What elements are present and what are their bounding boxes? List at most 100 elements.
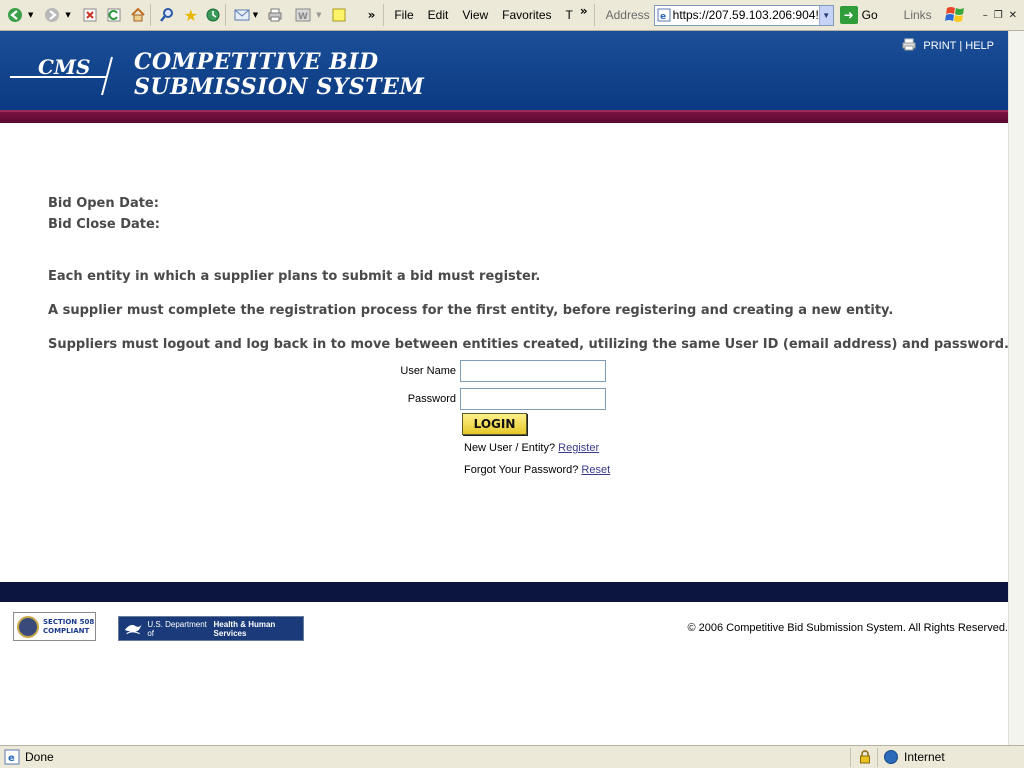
reset-link[interactable]: Reset [581,464,610,476]
dropdown-icon: ▼ [65,11,71,19]
mail-button[interactable]: ▼ [233,3,258,27]
section-508-text: SECTION 508 COMPLIANT [43,618,94,636]
site-title: COMPETITIVE BID SUBMISSION SYSTEM [134,50,424,100]
menu-edit[interactable]: Edit [421,4,456,26]
address-label: Address [605,8,650,22]
printer-icon [266,6,284,24]
toolbar-separator [383,4,385,26]
print-page-icon[interactable] [902,38,916,54]
close-icon[interactable]: ✕ [1006,10,1020,21]
header-accent-bar [0,110,1008,123]
site-header: CMS COMPETITIVE BID SUBMISSION SYSTEM PR… [0,31,1008,110]
svg-text:CMS: CMS [38,55,91,79]
dropdown-icon: ▼ [316,11,322,19]
section-508-line1: SECTION 508 [43,617,95,626]
status-bar: e Done Internet [0,745,1024,768]
password-label: Password [407,393,456,405]
main-content: Bid Open Date: Bid Close Date: Each enti… [48,193,1009,352]
toolbar-separator [224,4,226,26]
login-form: User Name Password LOGIN New User / Enti… [400,357,610,476]
address-url: https://207.59.103.206:904! [672,8,819,22]
svg-text:W: W [298,12,308,22]
favorites-button[interactable]: ★ [182,3,200,27]
status-zone-area: Internet [850,747,1024,767]
toolbar-separator [593,4,595,26]
new-user-note: New User / Entity? Register [464,442,599,454]
restore-icon[interactable]: ❐ [991,10,1006,21]
dropdown-icon: ▼ [252,11,259,19]
bid-close-date: Bid Close Date: [48,217,160,232]
username-label: User Name [400,365,456,377]
menu-view[interactable]: View [455,4,495,26]
chevron-down-icon[interactable]: ▼ [818,5,833,25]
svg-text:e: e [660,12,666,22]
go-button[interactable]: ➜ Go [839,6,878,24]
notice-register: Each entity in which a supplier plans to… [48,269,541,284]
home-button[interactable] [129,3,147,27]
bid-open-date: Bid Open Date: [48,196,159,211]
home-icon [129,6,147,24]
forgot-password-note: Forgot Your Password? Reset [464,464,610,476]
forward-button[interactable]: ▼ [43,3,71,27]
username-input[interactable] [460,360,606,382]
go-label: Go [861,8,878,22]
new-user-text: New User / Entity? [464,442,556,454]
minimize-icon[interactable]: – [980,10,991,21]
refresh-button[interactable] [105,3,123,27]
ie-page-icon: e [4,749,20,765]
cms-logo: CMS [10,55,113,96]
back-button[interactable]: ▼ [6,3,33,27]
site-title-line1: COMPETITIVE BID [134,49,379,75]
password-row: Password [400,385,606,413]
zone-text: Internet [904,750,945,764]
history-icon [204,6,222,24]
search-icon [158,6,176,24]
svg-text:e: e [8,753,15,764]
link-separator: | [959,40,963,52]
status-divider [850,747,851,767]
toolbar-overflow-icon[interactable]: » [368,8,376,22]
hhs-badge[interactable]: U.S. Department of Health & Human Servic… [118,616,304,641]
word-edit-icon: W [294,6,312,24]
links-label[interactable]: Links [904,8,932,22]
section-508-badge[interactable]: SECTION 508 COMPLIANT [13,612,96,641]
back-arrow-icon [6,6,24,24]
stop-button[interactable] [81,3,99,27]
go-arrow-icon: ➜ [839,6,858,24]
hhs-eagle-icon [124,623,142,634]
star-icon: ★ [183,5,198,25]
vertical-scrollbar[interactable] [1008,31,1024,745]
password-input[interactable] [460,388,606,410]
lock-icon[interactable] [859,750,871,764]
ie-page-icon: e [657,7,671,23]
footer-bar [0,582,1008,602]
menu-favorites[interactable]: Favorites [495,4,558,26]
help-link[interactable]: HELP [965,40,994,52]
hhs-text-prefix: U.S. Department of [147,619,207,638]
dropdown-icon: ▼ [28,11,34,19]
copyright-text: © 2006 Competitive Bid Submission System… [687,622,1008,634]
refresh-icon [105,6,123,24]
site-title-line2: SUBMISSION SYSTEM [134,74,425,100]
toolbar-separator [149,4,151,26]
forward-arrow-icon [43,6,61,24]
login-button[interactable]: LOGIN [462,413,527,435]
hhs-text-bold: Health & Human Services [213,619,276,638]
menu-overflow-icon[interactable]: » [580,4,588,18]
history-button[interactable] [204,3,222,27]
address-bar[interactable]: e https://207.59.103.206:904! ▼ [653,4,834,26]
menu-file[interactable]: File [387,4,420,26]
browser-toolbar: ▼ ▼ ★ ▼ W ▼ » File Edit View Favorites T… [0,0,1024,31]
discuss-button[interactable] [330,3,348,27]
seal-icon [17,615,39,638]
search-button[interactable] [158,3,176,27]
menu-tools[interactable]: T [559,4,580,26]
register-link[interactable]: Register [558,442,599,454]
utility-links: PRINT | HELP [899,38,994,54]
print-toolbar-button[interactable] [266,3,284,27]
status-divider [877,747,878,767]
security-zone: Internet [884,750,1024,764]
edit-button[interactable]: W ▼ [294,3,322,27]
print-link[interactable]: PRINT [923,40,956,52]
note-icon [330,6,348,24]
